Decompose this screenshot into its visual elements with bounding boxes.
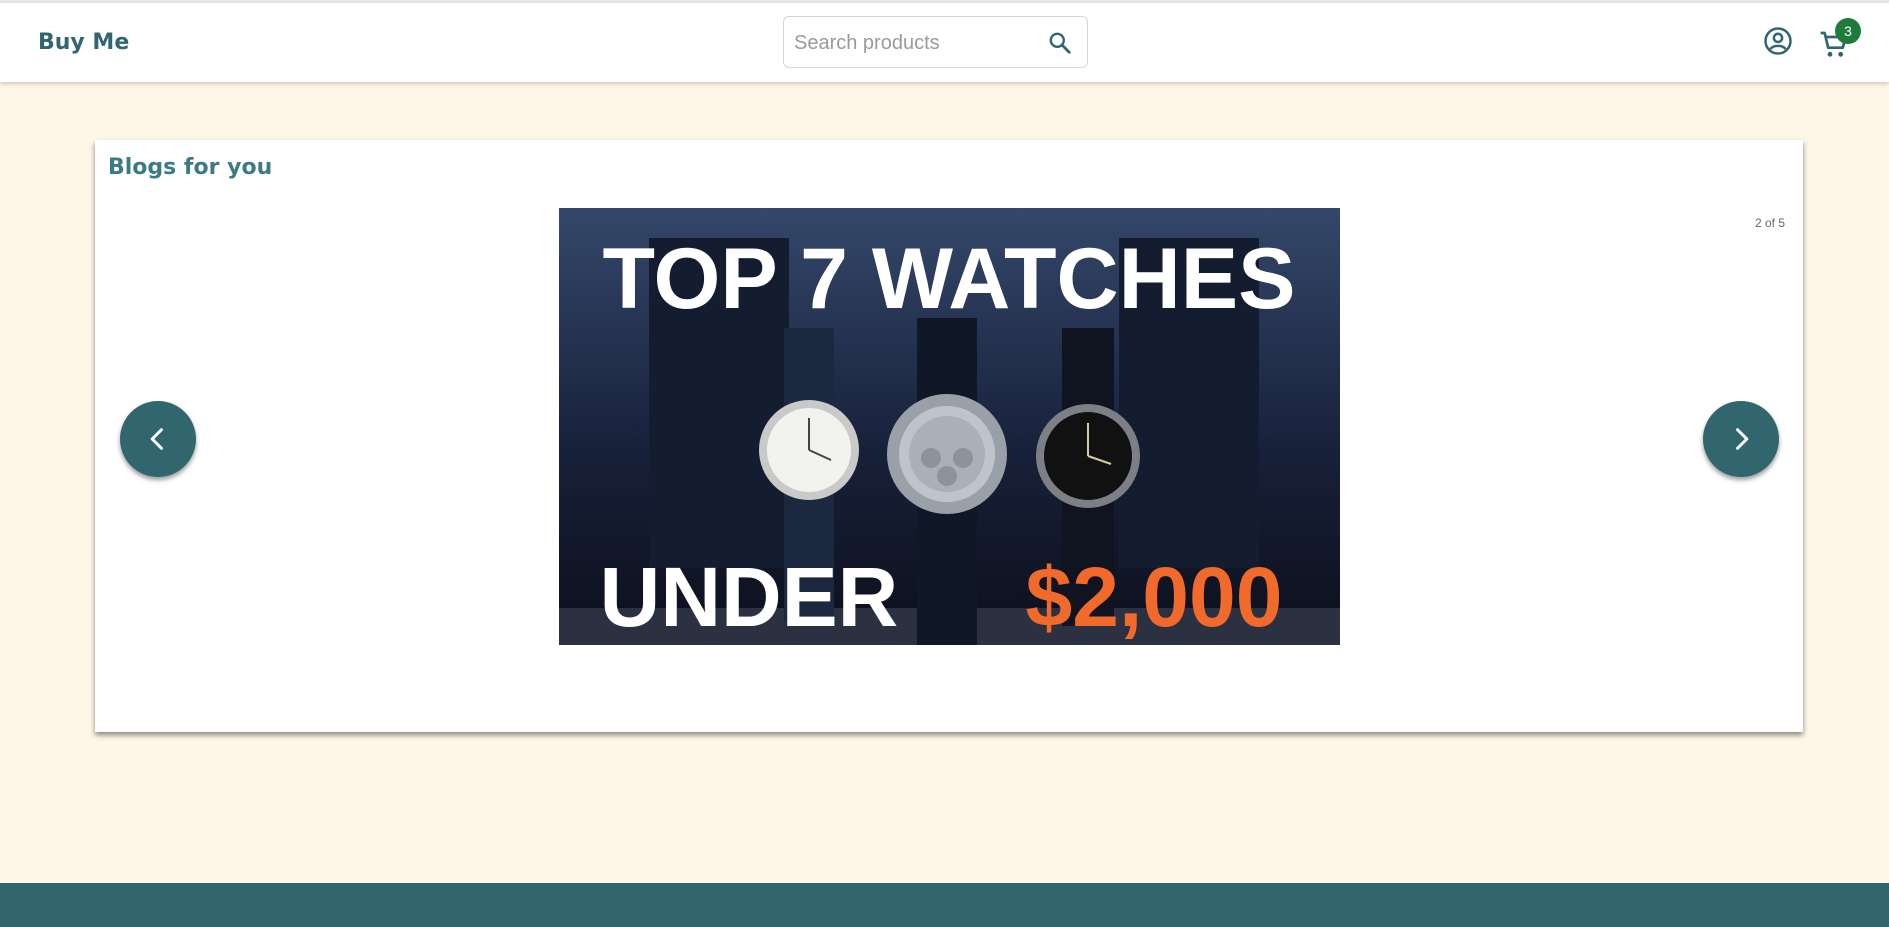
slide-counter: 2 of 5 <box>1754 216 1785 230</box>
banner-headline-top: TOP 7 WATCHES <box>603 231 1296 327</box>
blog-banner-graphic: TOP 7 WATCHES UNDER $2,000 <box>559 208 1340 645</box>
search-icon <box>1049 32 1071 54</box>
search-input[interactable] <box>792 25 1036 61</box>
top-navbar: Buy Me 3 <box>0 3 1889 82</box>
account-button[interactable] <box>1763 26 1793 56</box>
banner-headline-under: UNDER <box>600 550 899 644</box>
banner-headline-price: $2,000 <box>1026 550 1283 644</box>
brand-logo[interactable]: Buy Me <box>38 30 129 55</box>
carousel-prev-button[interactable] <box>120 401 196 477</box>
account-circle-icon <box>1764 27 1792 55</box>
cart-count-badge: 3 <box>1835 18 1861 44</box>
page-footer <box>0 883 1889 927</box>
chevron-right-icon <box>1736 428 1749 450</box>
blogs-carousel-card: Blogs for you 2 of 5 TOP 7 WATCHES UNDER… <box>95 140 1803 732</box>
chevron-left-icon <box>150 428 163 450</box>
search-button[interactable] <box>1047 30 1073 56</box>
section-title: Blogs for you <box>108 155 273 180</box>
carousel-next-button[interactable] <box>1703 401 1779 477</box>
search-bar <box>783 16 1088 68</box>
blog-slide-image[interactable]: TOP 7 WATCHES UNDER $2,000 <box>559 208 1340 645</box>
